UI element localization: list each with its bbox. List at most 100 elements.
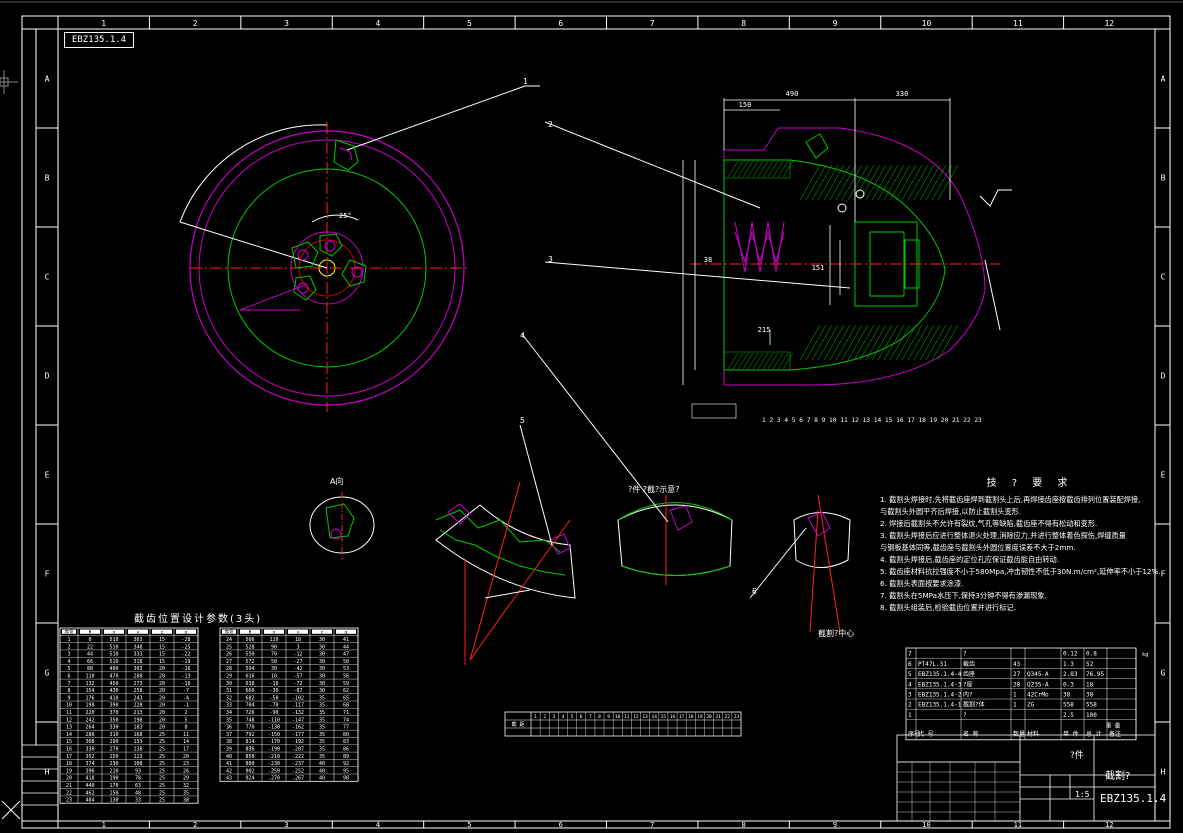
table-cell: 902 <box>245 768 254 774</box>
table-cell: 38 <box>183 798 189 804</box>
table-cell: 20 <box>159 681 165 687</box>
table-cell: 30 <box>319 644 325 650</box>
table-cell: 110 <box>85 674 94 680</box>
bom-cell: 42CrMo <box>1027 692 1049 699</box>
table-cell: 682 <box>245 695 254 701</box>
table-cell: 23 <box>183 761 189 767</box>
table-cell: -207 <box>292 747 304 753</box>
table-cell: -70 <box>269 703 278 709</box>
bom-cell: 6 <box>908 661 912 668</box>
title-drawing-number: EBZ135.1.4 <box>1100 792 1167 805</box>
table-cell: 35 <box>319 732 325 738</box>
table-cell: 20 <box>183 754 189 760</box>
table-cell: 35 <box>319 747 325 753</box>
table-cell: 37 <box>226 732 232 738</box>
table-cell: 22 <box>66 790 72 796</box>
table-cell: 370 <box>109 710 118 716</box>
table-header: α <box>345 631 348 636</box>
table-cell: 29 <box>183 776 189 782</box>
table-cell: -57 <box>293 674 302 680</box>
table-cell: 132 <box>85 681 94 687</box>
bom-cell: 27 <box>1013 671 1021 678</box>
table-cell: 16 <box>66 747 72 753</box>
table-cell: -4 <box>183 695 189 701</box>
table-cell: 33 <box>135 798 141 804</box>
bom-cell: 1.3 <box>1063 661 1074 668</box>
column-label: 4 <box>376 821 380 829</box>
bom-cell: 1 <box>908 712 912 719</box>
note-line: 4. 截割头焊接后,截齿座的定位孔应保证截齿能自由转动. <box>880 555 1060 564</box>
table-cell: 35 <box>319 710 325 716</box>
table-cell: 15 <box>159 644 165 650</box>
bom-cell: 4 <box>908 681 912 688</box>
table-cell: -25 <box>181 644 190 650</box>
column-label: 2 <box>193 19 198 28</box>
pick-table-left[interactable]: 序号 θ x y z α1 0 510 363 15 -282 22 510 348 15 -253 44 510… <box>59 627 199 804</box>
bom-header: 代 号 <box>918 730 934 738</box>
bill-of-materials[interactable]: 7? 0.12 0.86 PT47L.31 截齿 43 1.3 525 EBZ135.1.4-4… <box>905 647 1149 741</box>
bom-header: 数量 <box>1013 730 1025 738</box>
table-cell: 264 <box>85 725 94 731</box>
view-d-detail[interactable] <box>749 494 851 633</box>
table-cell: -230 <box>268 761 280 767</box>
table-cell: 7 <box>67 681 70 687</box>
bom-cell: 38 <box>1086 692 1094 699</box>
bom-cell: ZG <box>1027 702 1035 709</box>
table-cell: 92 <box>343 761 349 767</box>
cad-drawing-canvas[interactable]: 112233445566778899101011111212 A AB BC CD DE… <box>0 0 1183 833</box>
table-cell: 418 <box>85 776 94 782</box>
table-cell: 4 <box>67 659 70 665</box>
column-label: 8 <box>741 19 746 28</box>
section-view[interactable]: 1 2 3 4 5 6 7 8 9 10 11 12 13 14 15 16 1… <box>544 98 1012 424</box>
pick-table-right[interactable]: 序号 θ x y z α 24 506 110 18 30 41 25 528 90 3 30 44 26 550 70… <box>219 627 359 782</box>
table-cell: 25 <box>159 798 165 804</box>
spacing-header: 18 <box>688 714 694 720</box>
table-cell: 30 <box>271 666 277 672</box>
table-cell: 198 <box>85 703 94 709</box>
scale-strip: 1 2 3 4 5 6 7 8 9 10 11 12 13 14 15 16 1… <box>762 417 982 424</box>
front-view[interactable]: 25° <box>179 85 540 412</box>
view-b-detail[interactable] <box>435 424 576 665</box>
table-header: y <box>137 631 140 636</box>
table-cell: 288 <box>133 674 142 680</box>
cursor-crosshair <box>0 70 18 94</box>
angle-label: 25° <box>339 212 352 220</box>
table-cell: 2 <box>184 710 187 716</box>
table-cell: -130 <box>268 725 280 731</box>
table-cell: 12 <box>66 717 72 723</box>
column-label: 7 <box>650 821 654 829</box>
table-cell: -1 <box>183 703 189 709</box>
table-cell: -28 <box>181 637 190 643</box>
table-cell: 25 <box>159 732 165 738</box>
spacing-header: 21 <box>715 714 721 720</box>
table-cell: -27 <box>293 659 302 665</box>
row-label: D <box>1161 372 1166 381</box>
part-name: 截割? <box>1105 771 1131 782</box>
spacing-header: 20 <box>706 714 712 720</box>
dimension-label: 330 <box>896 90 909 98</box>
table-cell: 28 <box>226 666 232 672</box>
table-cell: 726 <box>245 710 254 716</box>
table-header: z <box>321 631 324 636</box>
table-cell: 704 <box>245 703 254 709</box>
bom-header: 备注 <box>1109 730 1121 738</box>
bom-weight-label: 重 量 <box>1106 721 1121 729</box>
table-cell: 286 <box>85 732 94 738</box>
column-label: 4 <box>376 19 381 28</box>
column-label: 3 <box>284 821 288 829</box>
callout-number: 1 <box>523 77 528 86</box>
bom-cell: ? <box>963 651 967 658</box>
table-cell: 56 <box>343 674 349 680</box>
table-cell: 18 <box>295 637 301 643</box>
table-cell: 153 <box>133 739 142 745</box>
spacing-table[interactable]: 截 距1 2 3 4 5 6 7 8 9 10 11 12 13 14 15 16 17 18 19 20 21 22 23 <box>504 711 742 737</box>
table-cell: 5 <box>184 717 187 723</box>
column-label: 12 <box>1105 821 1113 829</box>
table-cell: 26 <box>226 652 232 658</box>
table-cell: -110 <box>268 717 280 723</box>
note-line: 7. 截割头在5MPa水压下,保持3分钟不得有渗漏现象. <box>880 591 1047 600</box>
bom-cell: 18 <box>1086 681 1094 688</box>
bom-cell: 38 <box>1063 692 1071 699</box>
inner-frame <box>57 28 1156 822</box>
view-a-detail[interactable] <box>309 492 375 560</box>
